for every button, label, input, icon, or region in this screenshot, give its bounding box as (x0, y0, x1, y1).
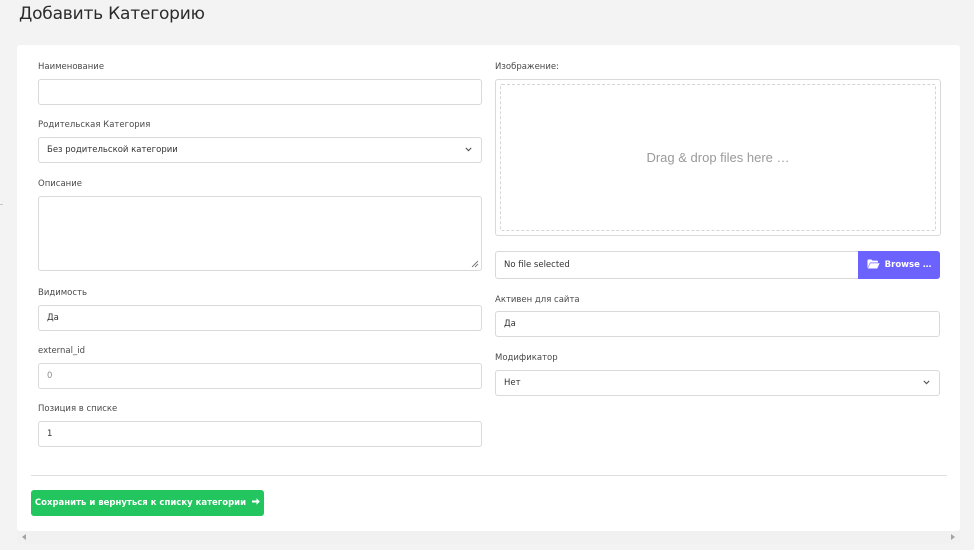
page-title: Добавить Категорию (19, 4, 205, 24)
save-and-return-button[interactable]: Сохранить и вернуться к списку категории (31, 490, 264, 516)
image-label: Изображение: (495, 62, 559, 72)
modifier-select[interactable]: Нет (495, 370, 940, 396)
scroll-right-icon[interactable] (951, 534, 955, 540)
position-value: 1 (47, 429, 53, 439)
external-id-value: 0 (47, 371, 53, 381)
position-label: Позиция в списке (38, 404, 118, 414)
external-id-label: external_id (38, 346, 85, 356)
parent-category-select[interactable]: Без родительской категории (38, 137, 482, 163)
visibility-select[interactable]: Да (38, 305, 482, 331)
modifier-label: Модификатор (495, 353, 558, 363)
description-label: Описание (38, 179, 82, 189)
dropzone-text: Drag & drop files here … (646, 150, 790, 165)
active-for-site-label: Активен для сайта (495, 295, 580, 305)
dropzone-inner: Drag & drop files here … (500, 84, 936, 231)
image-dropzone[interactable]: Drag & drop files here … (495, 79, 941, 236)
form-divider (31, 475, 947, 476)
visibility-value: Да (47, 313, 59, 323)
active-for-site-value: Да (504, 319, 516, 329)
browse-label: Browse … (884, 260, 932, 270)
file-status: No file selected (504, 260, 570, 270)
category-form-card: Наименование Родительская Категория Без … (17, 45, 960, 531)
name-label: Наименование (38, 62, 105, 72)
save-label: Сохранить и вернуться к списку категории (34, 498, 247, 508)
file-input[interactable]: No file selected Browse … (495, 251, 940, 279)
active-for-site-select[interactable]: Да (495, 311, 940, 337)
scroll-left-icon[interactable] (22, 534, 26, 540)
browse-button[interactable]: Browse … (858, 251, 940, 279)
position-input[interactable]: 1 (38, 421, 482, 447)
chevron-down-icon (923, 378, 930, 387)
name-input[interactable] (38, 79, 482, 105)
description-textarea[interactable] (38, 196, 482, 271)
edge-mark (0, 204, 3, 205)
external-id-input[interactable]: 0 (38, 363, 482, 389)
parent-category-selected: Без родительской категории (47, 145, 178, 155)
parent-category-label: Родительская Категория (38, 120, 151, 130)
folder-open-icon (867, 259, 880, 272)
chevron-down-icon (465, 145, 472, 154)
modifier-selected: Нет (504, 378, 521, 388)
resize-grip-icon[interactable] (471, 260, 479, 268)
horizontal-scrollbar[interactable] (17, 531, 960, 544)
arrow-right-icon (252, 498, 260, 508)
visibility-label: Видимость (38, 288, 88, 298)
